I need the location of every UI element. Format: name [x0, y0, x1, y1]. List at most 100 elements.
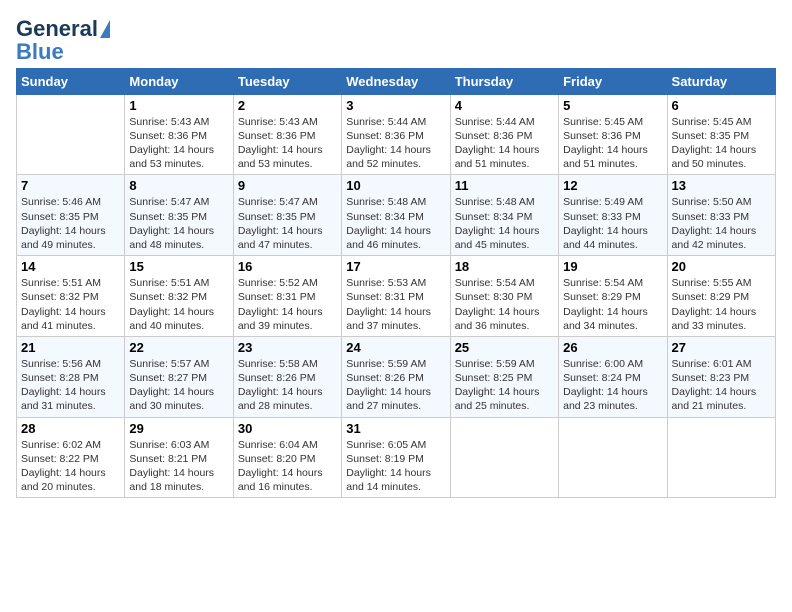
weekday-header-monday: Monday — [125, 68, 233, 94]
weekday-header-wednesday: Wednesday — [342, 68, 450, 94]
cell-content: Sunrise: 5:43 AM Sunset: 8:36 PM Dayligh… — [238, 115, 337, 172]
cell-content: Sunrise: 6:01 AM Sunset: 8:23 PM Dayligh… — [672, 357, 771, 414]
cell-content: Sunrise: 5:44 AM Sunset: 8:36 PM Dayligh… — [455, 115, 554, 172]
calendar-cell: 14 Sunrise: 5:51 AM Sunset: 8:32 PM Dayli… — [17, 256, 125, 337]
page-header: General Blue — [16, 16, 776, 62]
day-number: 12 — [563, 178, 662, 193]
day-number: 17 — [346, 259, 445, 274]
calendar-cell: 2 Sunrise: 5:43 AM Sunset: 8:36 PM Daylig… — [233, 94, 341, 175]
day-number: 31 — [346, 421, 445, 436]
cell-content: Sunrise: 5:57 AM Sunset: 8:27 PM Dayligh… — [129, 357, 228, 414]
cell-content: Sunrise: 5:43 AM Sunset: 8:36 PM Dayligh… — [129, 115, 228, 172]
day-number: 8 — [129, 178, 228, 193]
day-number: 30 — [238, 421, 337, 436]
calendar-cell: 26Sunrise: 6:00 AM Sunset: 8:24 PM Dayli… — [559, 336, 667, 417]
calendar-cell: 24Sunrise: 5:59 AM Sunset: 8:26 PM Dayli… — [342, 336, 450, 417]
cell-content: Sunrise: 5:54 AM Sunset: 8:29 PM Dayligh… — [563, 276, 662, 333]
calendar-cell: 15Sunrise: 5:51 AM Sunset: 8:32 PM Dayli… — [125, 256, 233, 337]
cell-content: Sunrise: 5:49 AM Sunset: 8:33 PM Dayligh… — [563, 195, 662, 252]
calendar-cell: 9 Sunrise: 5:47 AM Sunset: 8:35 PM Daylig… — [233, 175, 341, 256]
cell-content: Sunrise: 6:02 AM Sunset: 8:22 PM Dayligh… — [21, 438, 120, 495]
cell-content: Sunrise: 6:05 AM Sunset: 8:19 PM Dayligh… — [346, 438, 445, 495]
calendar-cell: 25 Sunrise: 5:59 AM Sunset: 8:25 PM Dayli… — [450, 336, 558, 417]
weekday-header-sunday: Sunday — [17, 68, 125, 94]
calendar-table: SundayMondayTuesdayWednesdayThursdayFrid… — [16, 68, 776, 498]
day-number: 13 — [672, 178, 771, 193]
calendar-cell: 1 Sunrise: 5:43 AM Sunset: 8:36 PM Daylig… — [125, 94, 233, 175]
calendar-cell: 16 Sunrise: 5:52 AM Sunset: 8:31 PM Dayli… — [233, 256, 341, 337]
day-number: 6 — [672, 98, 771, 113]
calendar-cell — [667, 417, 775, 498]
day-number: 15 — [129, 259, 228, 274]
cell-content: Sunrise: 5:51 AM Sunset: 8:32 PM Dayligh… — [21, 276, 120, 333]
weekday-header-tuesday: Tuesday — [233, 68, 341, 94]
day-number: 20 — [672, 259, 771, 274]
day-number: 14 — [21, 259, 120, 274]
calendar-cell: 30 Sunrise: 6:04 AM Sunset: 8:20 PM Dayli… — [233, 417, 341, 498]
cell-content: Sunrise: 5:55 AM Sunset: 8:29 PM Dayligh… — [672, 276, 771, 333]
day-number: 9 — [238, 178, 337, 193]
calendar-cell: 18Sunrise: 5:54 AM Sunset: 8:30 PM Dayli… — [450, 256, 558, 337]
day-number: 23 — [238, 340, 337, 355]
cell-content: Sunrise: 5:54 AM Sunset: 8:30 PM Dayligh… — [455, 276, 554, 333]
calendar-cell: 5Sunrise: 5:45 AM Sunset: 8:36 PM Daylig… — [559, 94, 667, 175]
calendar-cell — [17, 94, 125, 175]
calendar-cell: 13 Sunrise: 5:50 AM Sunset: 8:33 PM Dayli… — [667, 175, 775, 256]
cell-content: Sunrise: 5:47 AM Sunset: 8:35 PM Dayligh… — [238, 195, 337, 252]
cell-content: Sunrise: 5:45 AM Sunset: 8:35 PM Dayligh… — [672, 115, 771, 172]
day-number: 28 — [21, 421, 120, 436]
calendar-week-3: 14 Sunrise: 5:51 AM Sunset: 8:32 PM Dayli… — [17, 256, 776, 337]
day-number: 16 — [238, 259, 337, 274]
calendar-cell — [450, 417, 558, 498]
weekday-header-friday: Friday — [559, 68, 667, 94]
calendar-cell: 23 Sunrise: 5:58 AM Sunset: 8:26 PM Dayli… — [233, 336, 341, 417]
day-number: 29 — [129, 421, 228, 436]
calendar-body: 1 Sunrise: 5:43 AM Sunset: 8:36 PM Daylig… — [17, 94, 776, 497]
calendar-cell: 29 Sunrise: 6:03 AM Sunset: 8:21 PM Dayli… — [125, 417, 233, 498]
calendar-week-4: 21 Sunrise: 5:56 AM Sunset: 8:28 PM Dayli… — [17, 336, 776, 417]
calendar-week-1: 1 Sunrise: 5:43 AM Sunset: 8:36 PM Daylig… — [17, 94, 776, 175]
cell-content: Sunrise: 5:46 AM Sunset: 8:35 PM Dayligh… — [21, 195, 120, 252]
day-number: 26 — [563, 340, 662, 355]
cell-content: Sunrise: 5:58 AM Sunset: 8:26 PM Dayligh… — [238, 357, 337, 414]
cell-content: Sunrise: 6:04 AM Sunset: 8:20 PM Dayligh… — [238, 438, 337, 495]
logo: General Blue — [16, 16, 110, 62]
calendar-week-5: 28 Sunrise: 6:02 AM Sunset: 8:22 PM Dayli… — [17, 417, 776, 498]
day-number: 2 — [238, 98, 337, 113]
cell-content: Sunrise: 5:56 AM Sunset: 8:28 PM Dayligh… — [21, 357, 120, 414]
cell-content: Sunrise: 5:47 AM Sunset: 8:35 PM Dayligh… — [129, 195, 228, 252]
day-number: 11 — [455, 178, 554, 193]
calendar-cell: 10Sunrise: 5:48 AM Sunset: 8:34 PM Dayli… — [342, 175, 450, 256]
day-number: 4 — [455, 98, 554, 113]
calendar-cell: 6 Sunrise: 5:45 AM Sunset: 8:35 PM Daylig… — [667, 94, 775, 175]
calendar-week-2: 7 Sunrise: 5:46 AM Sunset: 8:35 PM Daylig… — [17, 175, 776, 256]
cell-content: Sunrise: 5:50 AM Sunset: 8:33 PM Dayligh… — [672, 195, 771, 252]
calendar-cell: 20 Sunrise: 5:55 AM Sunset: 8:29 PM Dayli… — [667, 256, 775, 337]
cell-content: Sunrise: 5:59 AM Sunset: 8:26 PM Dayligh… — [346, 357, 445, 414]
day-number: 25 — [455, 340, 554, 355]
day-number: 19 — [563, 259, 662, 274]
calendar-cell: 11Sunrise: 5:48 AM Sunset: 8:34 PM Dayli… — [450, 175, 558, 256]
cell-content: Sunrise: 6:03 AM Sunset: 8:21 PM Dayligh… — [129, 438, 228, 495]
day-number: 5 — [563, 98, 662, 113]
day-number: 21 — [21, 340, 120, 355]
calendar-cell: 28 Sunrise: 6:02 AM Sunset: 8:22 PM Dayli… — [17, 417, 125, 498]
day-number: 22 — [129, 340, 228, 355]
cell-content: Sunrise: 5:59 AM Sunset: 8:25 PM Dayligh… — [455, 357, 554, 414]
weekday-header-saturday: Saturday — [667, 68, 775, 94]
cell-content: Sunrise: 5:52 AM Sunset: 8:31 PM Dayligh… — [238, 276, 337, 333]
logo-text-blue: Blue — [16, 42, 64, 62]
calendar-cell: 22 Sunrise: 5:57 AM Sunset: 8:27 PM Dayli… — [125, 336, 233, 417]
cell-content: Sunrise: 5:48 AM Sunset: 8:34 PM Dayligh… — [346, 195, 445, 252]
day-number: 1 — [129, 98, 228, 113]
logo-triangle-icon — [100, 20, 110, 38]
calendar-cell — [559, 417, 667, 498]
calendar-cell: 17 Sunrise: 5:53 AM Sunset: 8:31 PM Dayli… — [342, 256, 450, 337]
weekday-header-thursday: Thursday — [450, 68, 558, 94]
calendar-cell: 3Sunrise: 5:44 AM Sunset: 8:36 PM Daylig… — [342, 94, 450, 175]
cell-content: Sunrise: 5:53 AM Sunset: 8:31 PM Dayligh… — [346, 276, 445, 333]
calendar-header-row: SundayMondayTuesdayWednesdayThursdayFrid… — [17, 68, 776, 94]
calendar-cell: 4 Sunrise: 5:44 AM Sunset: 8:36 PM Daylig… — [450, 94, 558, 175]
day-number: 27 — [672, 340, 771, 355]
day-number: 7 — [21, 178, 120, 193]
